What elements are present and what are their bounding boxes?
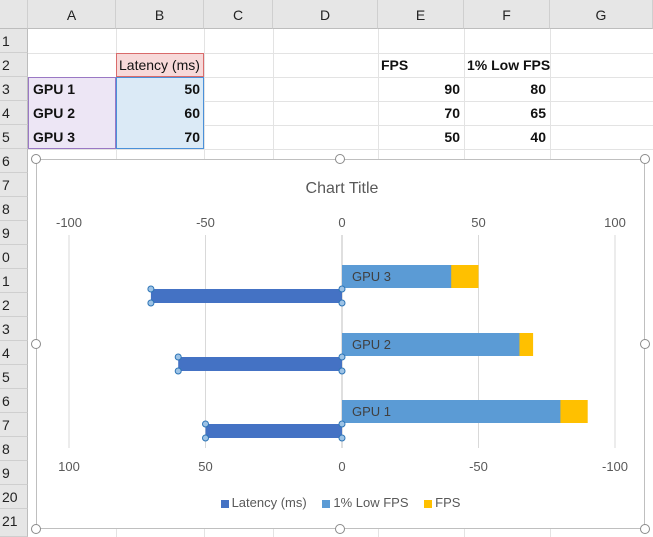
resize-handle-top-left[interactable] xyxy=(31,154,41,164)
gridline xyxy=(28,149,653,150)
row-header[interactable]: 8 xyxy=(0,197,28,221)
selection-handle xyxy=(338,434,346,442)
row-header[interactable]: 21 xyxy=(0,509,28,537)
row-header[interactable]: 2 xyxy=(0,53,28,77)
cell-b4[interactable]: 60 xyxy=(116,101,204,125)
legend-swatch xyxy=(322,499,331,508)
cell-e5[interactable]: 50 xyxy=(378,125,464,149)
top-axis-tick-label: 0 xyxy=(338,215,345,230)
cell-f3[interactable]: 80 xyxy=(464,77,550,101)
cell-a5[interactable]: GPU 3 xyxy=(33,125,75,149)
top-axis-tick-label: -100 xyxy=(56,215,82,230)
cell-e2[interactable]: FPS xyxy=(381,53,408,77)
legend-item-latency[interactable]: Latency (ms) xyxy=(220,495,307,510)
cell-b3[interactable]: 50 xyxy=(116,77,204,101)
row-header[interactable]: 9 xyxy=(0,461,28,485)
column-header-g[interactable]: G xyxy=(550,0,653,29)
column-header-c[interactable]: C xyxy=(204,0,273,29)
top-axis-tick-label: 50 xyxy=(471,215,485,230)
chart-plot: Chart Title -100 -50 0 50 100 100 50 0 -50 -100 GPU… xyxy=(56,180,628,474)
selection-handle xyxy=(338,285,346,293)
corner-select-all[interactable] xyxy=(0,0,28,29)
row-header[interactable]: 3 xyxy=(0,77,28,101)
selection-handle xyxy=(338,420,346,428)
selection-handle xyxy=(338,367,346,375)
row-header[interactable]: 7 xyxy=(0,413,28,437)
row-header[interactable]: 5 xyxy=(0,125,28,149)
chart-legend[interactable]: Latency (ms) 1% Low FPS FPS xyxy=(37,495,644,510)
selection-handle xyxy=(338,353,346,361)
resize-handle-bottom[interactable] xyxy=(335,524,345,534)
bar-category-label: GPU 1 xyxy=(352,404,391,419)
cell-f4[interactable]: 65 xyxy=(464,101,550,125)
cell-b2[interactable]: Latency (ms) xyxy=(119,53,200,77)
legend-label: FPS xyxy=(435,495,461,510)
selection-handle xyxy=(147,285,155,293)
row-header[interactable]: 6 xyxy=(0,389,28,413)
bottom-axis-tick-label: -50 xyxy=(469,459,488,474)
chart-area[interactable]: Chart Title -100 -50 0 50 100 100 50 0 -50 -100 GPU… xyxy=(36,159,645,529)
bar-category-label: GPU 3 xyxy=(352,269,391,284)
chart-title[interactable]: Chart Title xyxy=(306,180,379,197)
legend-item-fps[interactable]: FPS xyxy=(424,495,460,510)
row-header[interactable]: 4 xyxy=(0,341,28,365)
resize-handle-top[interactable] xyxy=(335,154,345,164)
bottom-axis-tick-label: 0 xyxy=(338,459,345,474)
bottom-axis-tick-label: -100 xyxy=(602,459,628,474)
legend-item-1pct-low-fps[interactable]: 1% Low FPS xyxy=(322,495,409,510)
legend-label: Latency (ms) xyxy=(231,495,307,510)
row-header[interactable]: 1 xyxy=(0,29,28,53)
row-header[interactable]: 20 xyxy=(0,485,28,509)
cell-e3[interactable]: 90 xyxy=(378,77,464,101)
cell-a3[interactable]: GPU 1 xyxy=(33,77,75,101)
row-header[interactable]: 6 xyxy=(0,149,28,173)
spreadsheet: A B C D E F G 1 2 3 4 5 6 7 8 9 0 1 2 3 … xyxy=(0,0,653,537)
bar-category-label: GPU 2 xyxy=(352,337,391,352)
legend-label: 1% Low FPS xyxy=(333,495,409,510)
row-header[interactable]: 9 xyxy=(0,221,28,245)
row-header[interactable]: 0 xyxy=(0,245,28,269)
top-axis-tick-label: -50 xyxy=(196,215,215,230)
row-header[interactable]: 2 xyxy=(0,293,28,317)
selection-handle xyxy=(202,420,209,428)
resize-handle-left[interactable] xyxy=(31,339,41,349)
column-header-a[interactable]: A xyxy=(28,0,116,29)
bottom-axis-tick-label: 100 xyxy=(58,459,80,474)
bar-latency xyxy=(178,357,342,371)
selection-handle xyxy=(174,353,182,361)
legend-swatch xyxy=(220,499,229,508)
cell-e4[interactable]: 70 xyxy=(378,101,464,125)
bar-latency xyxy=(205,424,342,438)
bottom-axis-tick-label: 50 xyxy=(198,459,212,474)
row-header[interactable]: 4 xyxy=(0,101,28,125)
row-header[interactable]: 5 xyxy=(0,365,28,389)
row-header[interactable]: 7 xyxy=(0,173,28,197)
cell-a4[interactable]: GPU 2 xyxy=(33,101,75,125)
column-header-e[interactable]: E xyxy=(378,0,464,29)
top-axis-tick-label: 100 xyxy=(604,215,626,230)
row-header[interactable]: 3 xyxy=(0,317,28,341)
cell-b5[interactable]: 70 xyxy=(116,125,204,149)
selection-handle xyxy=(338,299,346,307)
legend-swatch xyxy=(424,499,433,508)
bar-latency xyxy=(150,289,342,303)
selection-handle xyxy=(174,367,182,375)
row-header[interactable]: 1 xyxy=(0,269,28,293)
cell-f2[interactable]: 1% Low FPS xyxy=(467,53,550,77)
column-header-b[interactable]: B xyxy=(116,0,204,29)
selection-handle xyxy=(147,299,155,307)
column-header-f[interactable]: F xyxy=(464,0,550,29)
row-header[interactable]: 8 xyxy=(0,437,28,461)
resize-handle-top-right[interactable] xyxy=(640,154,650,164)
resize-handle-bottom-right[interactable] xyxy=(640,524,650,534)
cell-f5[interactable]: 40 xyxy=(464,125,550,149)
column-header-d[interactable]: D xyxy=(273,0,378,29)
selection-handle xyxy=(202,434,209,442)
resize-handle-bottom-left[interactable] xyxy=(31,524,41,534)
resize-handle-right[interactable] xyxy=(640,339,650,349)
